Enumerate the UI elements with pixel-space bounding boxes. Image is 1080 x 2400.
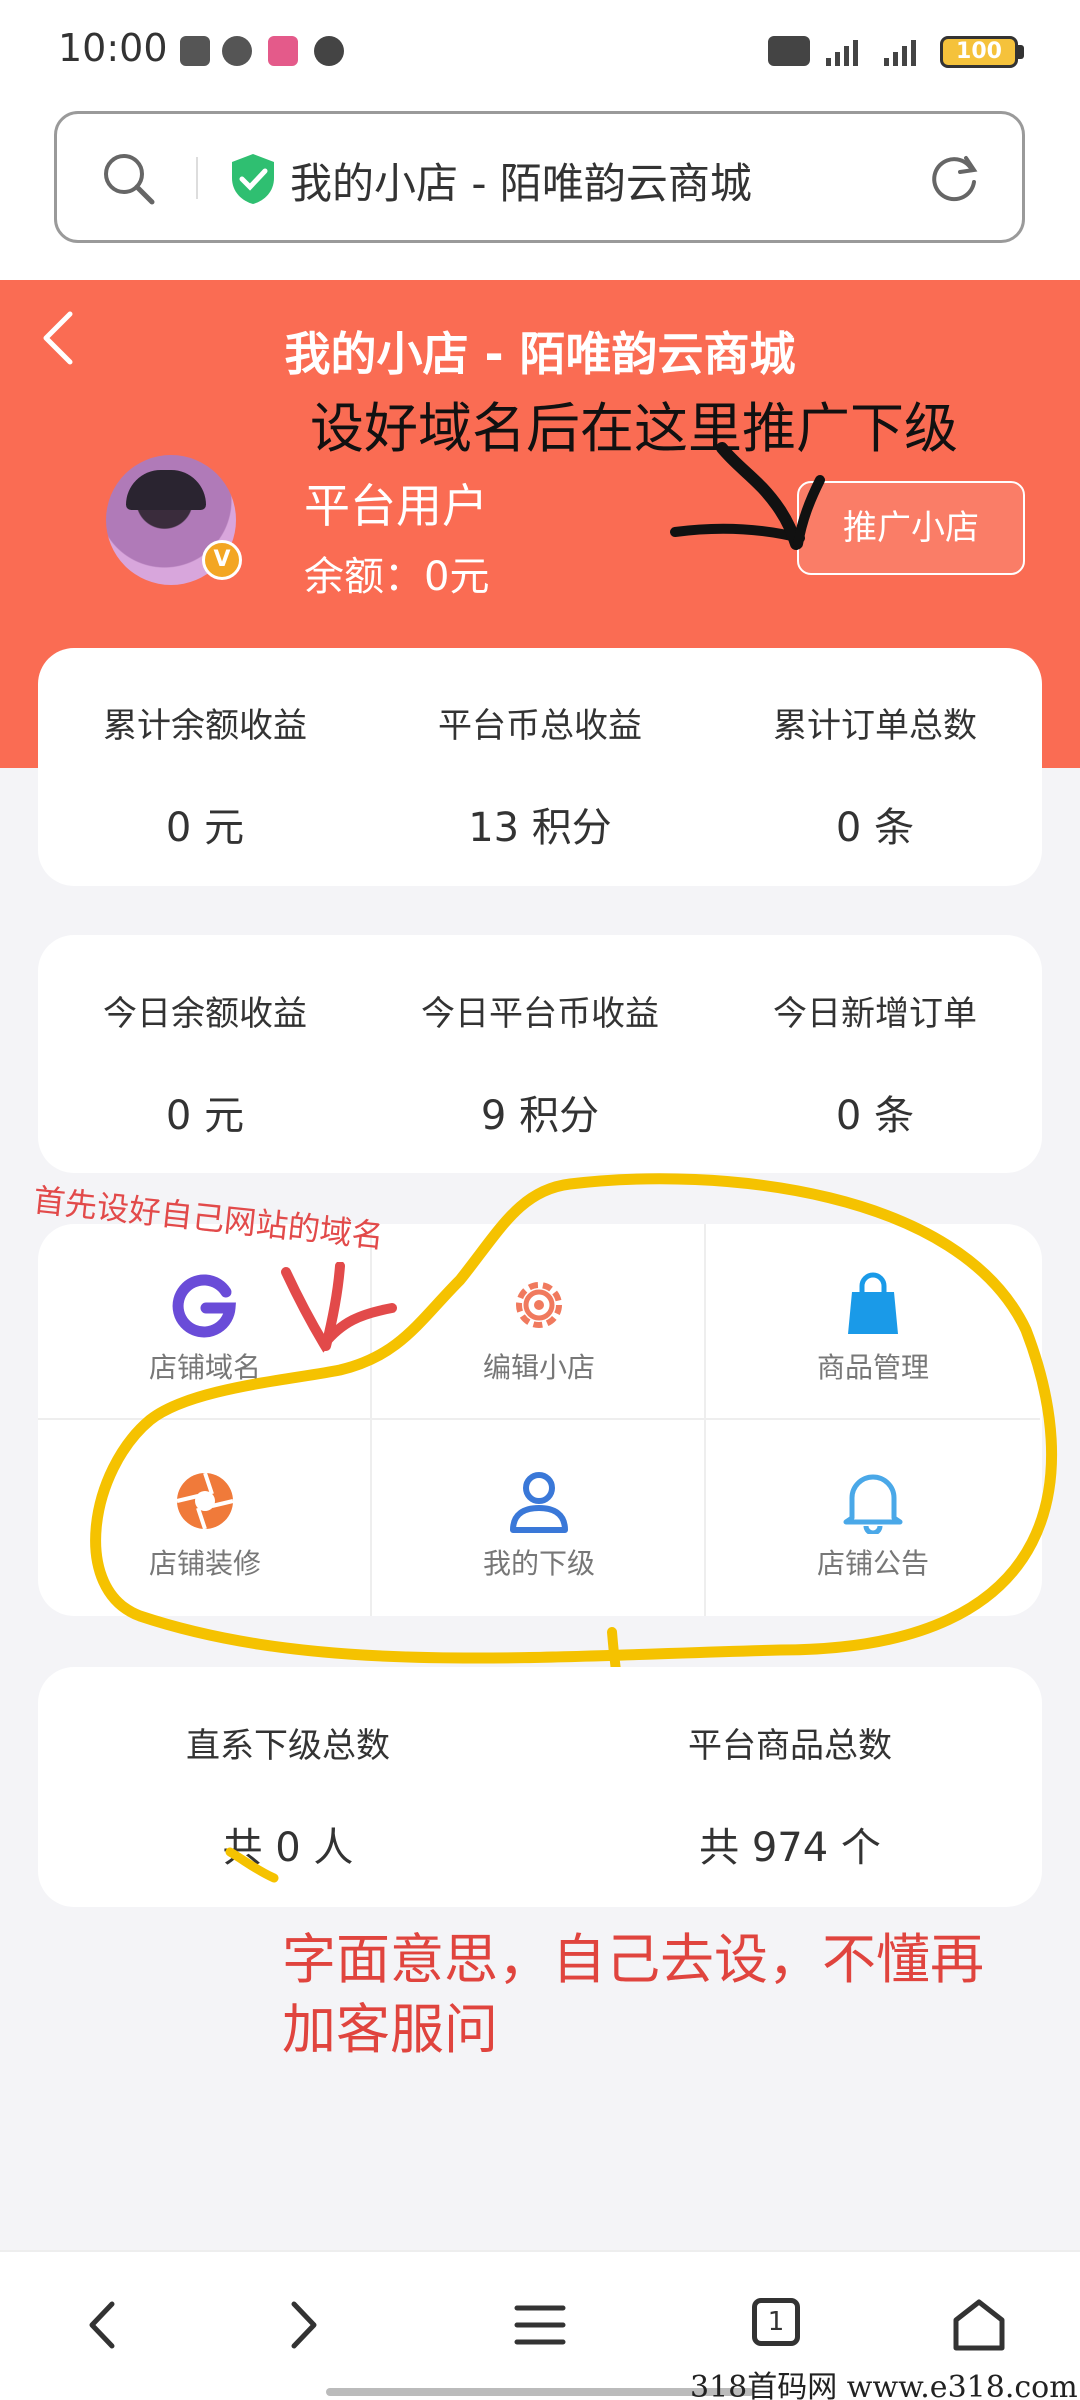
- stat-platform-products: 平台商品总数 共 974 个: [540, 1718, 1040, 1873]
- home-icon[interactable]: [944, 2290, 1014, 2360]
- tabs-icon[interactable]: 1: [752, 2298, 800, 2346]
- stat-label: 今日平台币收益: [421, 994, 659, 1034]
- stat-label: 直系下级总数: [186, 1726, 390, 1766]
- stat-value: 0 条: [835, 1093, 915, 1139]
- status-time: 10:00: [58, 26, 168, 70]
- stat-today-coins: 今日平台币收益 9 积分: [373, 986, 707, 1141]
- stat-label: 今日新增订单: [773, 994, 977, 1034]
- vip-badge: V: [202, 540, 242, 580]
- wechat-icon: [222, 36, 252, 66]
- back-arrow-icon[interactable]: [68, 2290, 138, 2360]
- page-title: 我的小店 - 陌唯韵云商城: [284, 327, 796, 381]
- annotation-bottom: 字面意思，自己去设，不懂再加客服问: [282, 1928, 984, 2061]
- stat-direct-subordinates: 直系下级总数 共 0 人: [38, 1718, 538, 1873]
- stat-label: 累计余额收益: [103, 706, 307, 746]
- stat-value: 13 积分: [468, 805, 612, 851]
- battery-indicator: 100: [940, 36, 1018, 68]
- stat-total-orders: 累计订单总数 0 条: [708, 698, 1042, 853]
- stat-today-orders: 今日新增订单 0 条: [708, 986, 1042, 1141]
- stat-today-balance: 今日余额收益 0 元: [38, 986, 372, 1141]
- stat-total-balance: 累计余额收益 0 元: [38, 698, 372, 853]
- signal-4g-icon: [826, 40, 858, 66]
- search-icon[interactable]: [100, 150, 156, 206]
- speed-icon: [314, 36, 344, 66]
- stat-label: 累计订单总数: [773, 706, 977, 746]
- stat-value: 共 0 人: [222, 1825, 354, 1871]
- annotation-underline: [225, 1847, 279, 1883]
- stat-value: 0 元: [165, 1093, 245, 1139]
- watermark: 318首码网 www.e318.com: [690, 2370, 1078, 2400]
- stat-total-coins: 平台币总收益 13 积分: [373, 698, 707, 853]
- user-name: 平台用户: [304, 479, 488, 533]
- reload-icon[interactable]: [926, 150, 982, 206]
- stat-value: 0 元: [165, 805, 245, 851]
- balance-text: 余额：0元: [304, 554, 490, 600]
- app-icon: [268, 36, 298, 66]
- stat-label: 平台商品总数: [688, 1726, 892, 1766]
- stat-label: 平台币总收益: [438, 706, 642, 746]
- address-divider: [196, 157, 198, 199]
- hd-icon: [768, 36, 810, 66]
- address-text[interactable]: 我的小店 - 陌唯韵云商城: [290, 150, 752, 211]
- stat-value: 0 条: [835, 805, 915, 851]
- signal-4g-icon: [884, 40, 916, 66]
- stat-label: 今日余额收益: [103, 994, 307, 1034]
- menu-icon[interactable]: [505, 2290, 575, 2360]
- stat-value: 9 积分: [480, 1093, 600, 1139]
- forward-arrow-icon[interactable]: [268, 2290, 338, 2360]
- battery-tip: [1018, 45, 1024, 59]
- annotation-top: 设好域名后在这里推广下级: [310, 397, 958, 460]
- shield-check-icon: [232, 154, 274, 204]
- clipboard-icon: [180, 36, 210, 66]
- annotation-arrow-icon: [670, 442, 825, 550]
- stat-value: 共 974 个: [699, 1825, 881, 1871]
